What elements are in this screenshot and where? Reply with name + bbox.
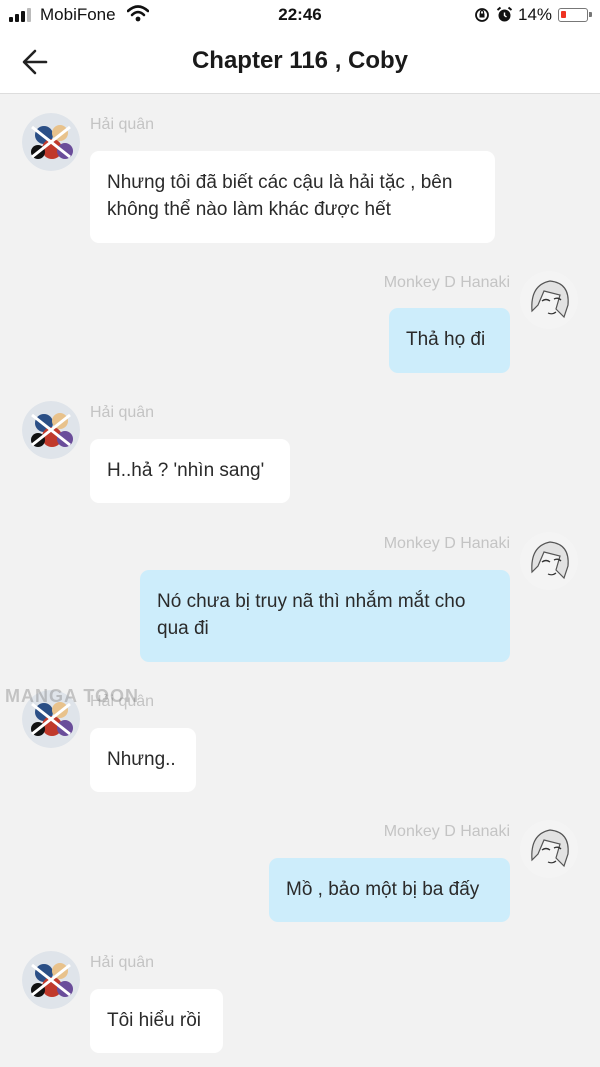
hanaki-avatar[interactable] [520,271,578,329]
hanaki-avatar[interactable] [520,532,578,590]
hanaki-avatar[interactable] [520,820,578,878]
sender-name: Hải quân [90,116,155,133]
sender-name: Hải quân [90,404,155,421]
message-bubble: Nó chưa bị truy nã thì nhắm mắt cho qua … [140,570,510,662]
sender-name: Monkey D Hanaki [383,535,510,552]
marine-avatar[interactable] [22,113,80,171]
sender-name: Monkey D Hanaki [383,274,510,291]
message-bubble: Tôi hiểu rồi [90,989,223,1053]
status-bar: MobiFone 22:46 14% [0,0,600,30]
sender-name: Hải quân [90,954,155,971]
battery-icon [558,8,592,22]
marine-avatar[interactable] [22,951,80,1009]
message-bubble: H..hả ? 'nhìn sang' [90,439,290,503]
battery-percent: 14% [518,5,553,24]
sender-name: Monkey D Hanaki [383,823,510,840]
page-title: Chapter 116 , Coby [191,47,409,74]
watermark: MANGA TOON [5,686,139,706]
marine-avatar[interactable] [22,401,80,459]
message-bubble: Nhưng tôi đã biết các cậu là hải tặc , b… [90,151,495,243]
message-bubble: Thả họ đi [389,308,510,373]
alarm-icon [496,6,513,22]
message-bubble: Mồ , bảo một bị ba đấy [269,858,510,922]
rotation-lock-icon [475,8,489,22]
message-bubble: Nhưng.. [90,728,196,792]
navigation-bar: Chapter 116 , Coby [0,30,600,94]
